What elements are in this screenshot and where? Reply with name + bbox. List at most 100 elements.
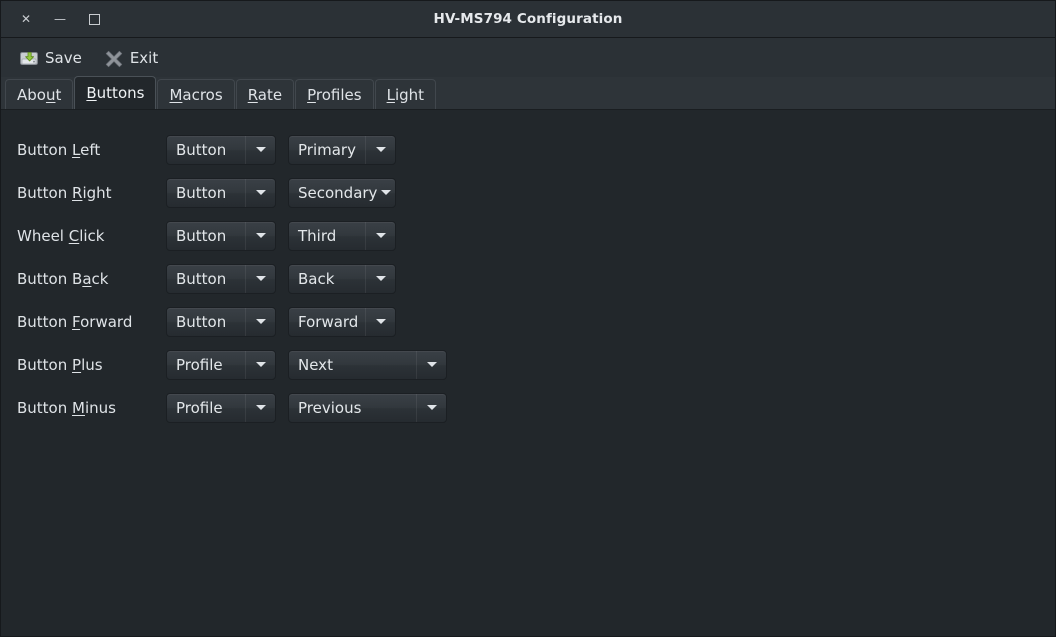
tab-label: Macros: [169, 85, 223, 104]
chevron-down-glyph: [255, 276, 266, 281]
buttons-tab-panel: Button Left Button Primary Button Right Butt…: [1, 110, 1055, 636]
tab-profiles[interactable]: Profiles: [295, 79, 374, 109]
combo-value: Button: [176, 183, 227, 202]
chevron-down-icon: [377, 179, 395, 207]
application-window: HV-MS794 Configuration Save Exit About Bu…: [0, 0, 1056, 637]
row-label-button-plus: Button Plus: [17, 355, 103, 374]
button-assignment-row: Button Left Button Primary: [1, 128, 1055, 171]
chevron-down-glyph: [381, 190, 391, 195]
chevron-down-icon: [245, 264, 275, 293]
chevron-down-icon: [245, 178, 275, 207]
chevron-down-icon: [365, 135, 395, 164]
minimize-window-button[interactable]: [43, 4, 77, 34]
combo-value: Back: [298, 269, 335, 288]
chevron-down-glyph: [255, 233, 266, 238]
tab-rate[interactable]: Rate: [235, 79, 295, 109]
button-assignment-row: Button Forward Button Forward: [1, 300, 1055, 343]
combo-value: Button: [176, 269, 227, 288]
chevron-down-icon: [245, 350, 275, 379]
action-select-button-right[interactable]: Button: [166, 177, 276, 208]
chevron-down-glyph: [255, 362, 266, 367]
action-select-button-left[interactable]: Button: [166, 134, 276, 165]
action-select-button-forward[interactable]: Button: [166, 306, 276, 337]
chevron-down-icon: [365, 307, 395, 336]
maximize-icon: [89, 14, 100, 25]
chevron-down-glyph: [426, 362, 437, 367]
chevron-down-glyph: [255, 147, 266, 152]
chevron-down-icon: [245, 393, 275, 422]
combo-value: Button: [176, 312, 227, 331]
combo-value: Primary: [298, 140, 356, 159]
tab-label: About: [17, 85, 62, 104]
button-assignment-row: Button Back Button Back: [1, 257, 1055, 300]
chevron-down-glyph: [375, 147, 386, 152]
close-window-button[interactable]: [9, 4, 43, 34]
chevron-down-icon: [365, 221, 395, 250]
toolbar: Save Exit: [1, 38, 1055, 77]
exit-button[interactable]: Exit: [100, 46, 162, 70]
action-select-wheel-click[interactable]: Button: [166, 220, 276, 251]
tab-label: Rate: [247, 85, 283, 104]
chevron-down-glyph: [375, 233, 386, 238]
value-select-button-back[interactable]: Back: [288, 263, 396, 294]
tab-about[interactable]: About: [5, 79, 74, 109]
button-assignment-row: Button Right Button Secondary: [1, 171, 1055, 214]
tab-bar: About Buttons Macros Rate Profiles Light: [1, 76, 1055, 110]
chevron-down-icon: [416, 393, 446, 422]
chevron-down-icon: [245, 135, 275, 164]
window-title: HV-MS794 Configuration: [433, 11, 623, 27]
close-x-icon: [105, 50, 122, 67]
chevron-down-glyph: [255, 405, 266, 410]
button-assignment-row: Wheel Click Button Third: [1, 214, 1055, 257]
minimize-icon: [54, 13, 66, 26]
value-select-wheel-click[interactable]: Third: [288, 220, 396, 251]
maximize-window-button[interactable]: [77, 4, 111, 34]
chevron-down-icon: [245, 307, 275, 336]
button-assignment-row: Button Plus Profile Next: [1, 343, 1055, 386]
chevron-down-glyph: [375, 276, 386, 281]
row-label-wheel-click: Wheel Click: [17, 226, 105, 245]
exit-button-label: Exit: [129, 48, 159, 67]
tab-buttons[interactable]: Buttons: [74, 76, 157, 109]
row-label-button-minus: Button Minus: [17, 398, 116, 417]
combo-value: Profile: [176, 355, 223, 374]
tab-label: Light: [386, 85, 425, 104]
combo-value: Third: [298, 226, 337, 245]
chevron-down-icon: [245, 221, 275, 250]
save-disk-icon: [20, 51, 38, 65]
value-select-button-minus[interactable]: Previous: [288, 392, 447, 423]
tab-light[interactable]: Light: [374, 79, 437, 109]
value-select-button-left[interactable]: Primary: [288, 134, 396, 165]
save-button[interactable]: Save: [15, 46, 86, 70]
combo-value: Forward: [298, 312, 359, 331]
save-button-label: Save: [45, 48, 82, 67]
button-assignment-list: Button Left Button Primary Button Right Butt…: [1, 128, 1055, 429]
row-label-button-right: Button Right: [17, 183, 112, 202]
close-icon: [21, 13, 31, 26]
chevron-down-glyph: [255, 190, 266, 195]
value-select-button-forward[interactable]: Forward: [288, 306, 396, 337]
action-select-button-minus[interactable]: Profile: [166, 392, 276, 423]
combo-value: Profile: [176, 398, 223, 417]
title-bar: HV-MS794 Configuration: [1, 1, 1055, 38]
chevron-down-icon: [416, 350, 446, 379]
chevron-down-glyph: [426, 405, 437, 410]
tab-macros[interactable]: Macros: [157, 79, 235, 109]
window-controls: [1, 4, 111, 34]
action-select-button-plus[interactable]: Profile: [166, 349, 276, 380]
row-label-button-left: Button Left: [17, 140, 101, 159]
button-assignment-row: Button Minus Profile Previous: [1, 386, 1055, 429]
combo-value: Button: [176, 140, 227, 159]
row-label-button-back: Button Back: [17, 269, 109, 288]
row-label-button-forward: Button Forward: [17, 312, 133, 331]
tab-label: Buttons: [86, 84, 145, 102]
chevron-down-glyph: [375, 319, 386, 324]
combo-value: Previous: [298, 398, 362, 417]
combo-value: Secondary: [298, 183, 377, 202]
value-select-button-right[interactable]: Secondary: [288, 177, 396, 208]
combo-value: Next: [298, 355, 333, 374]
value-select-button-plus[interactable]: Next: [288, 349, 447, 380]
action-select-button-back[interactable]: Button: [166, 263, 276, 294]
tab-label: Profiles: [307, 85, 362, 104]
chevron-down-glyph: [255, 319, 266, 324]
